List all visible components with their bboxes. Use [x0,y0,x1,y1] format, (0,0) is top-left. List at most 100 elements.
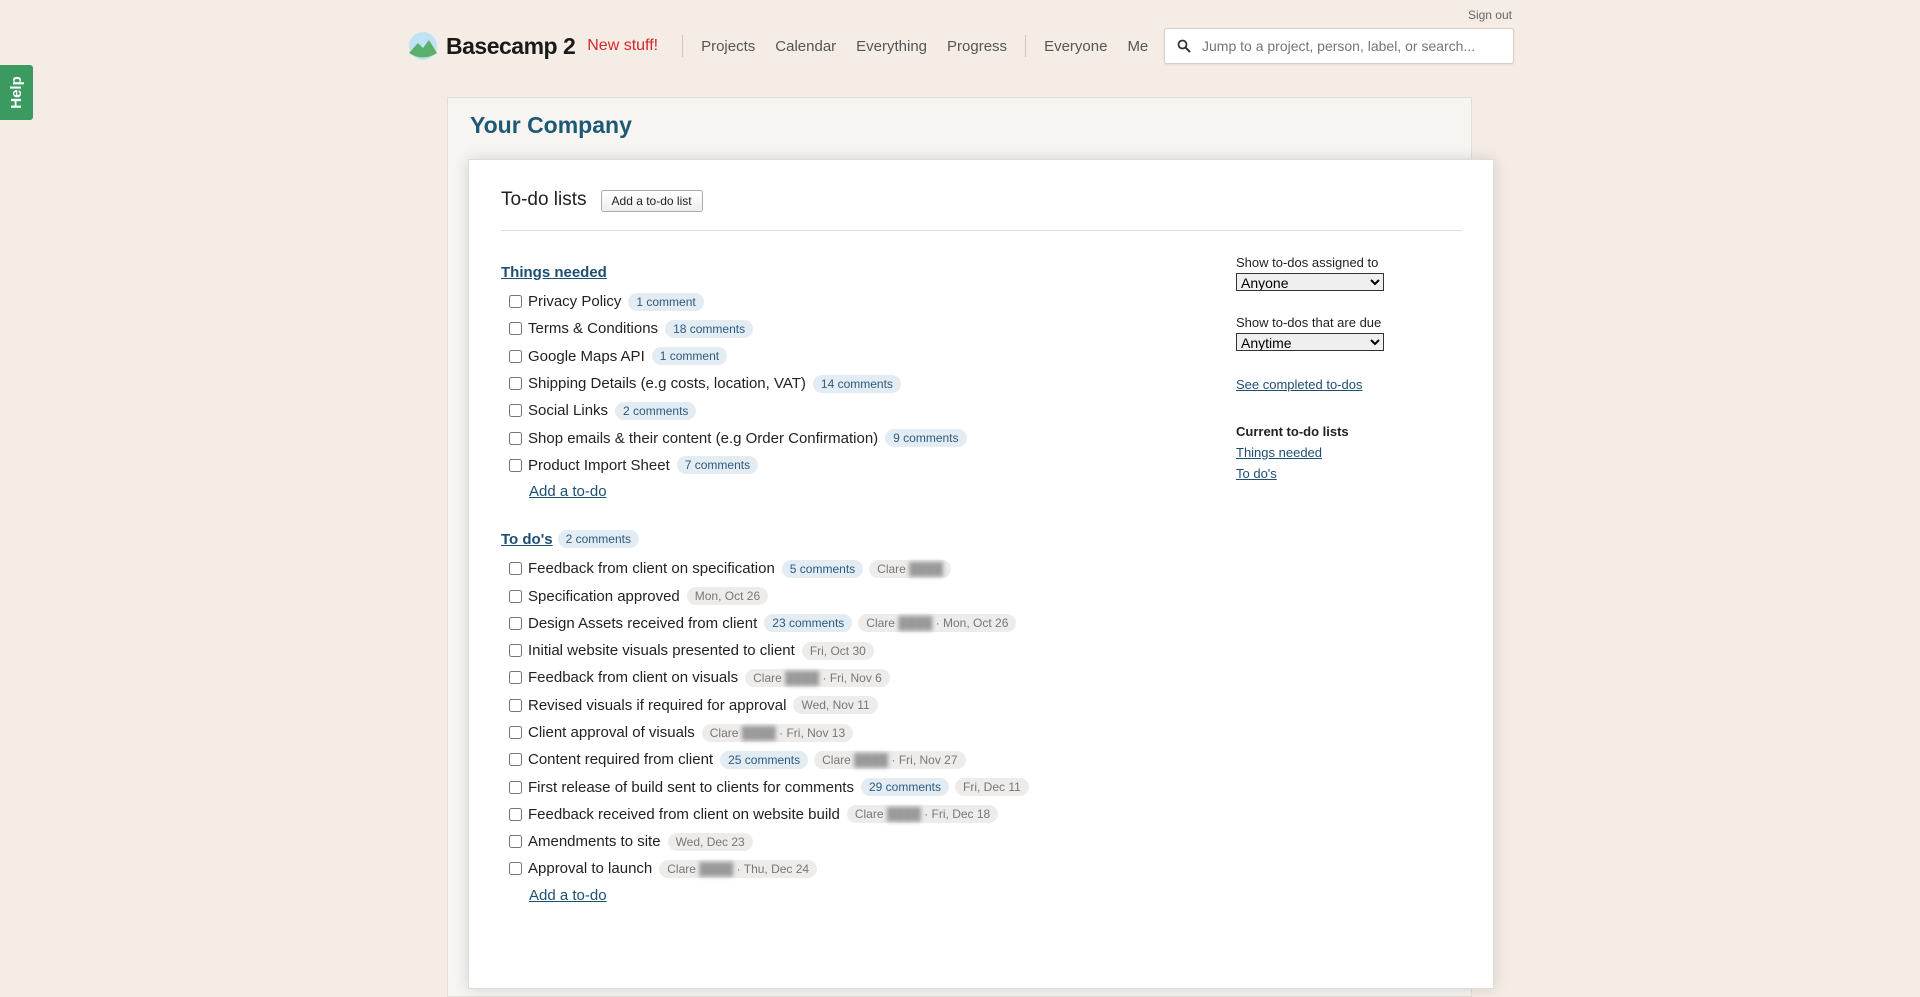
todo-text[interactable]: Terms & Conditions [528,320,658,337]
todo-text[interactable]: Google Maps API [528,348,645,365]
comments-badge[interactable]: 7 comments [676,456,759,475]
nav-projects[interactable]: Projects [701,38,755,55]
separator-dot: · [920,807,932,822]
todo-text[interactable]: Product Import Sheet [528,457,670,474]
comments-badge[interactable]: 18 comments [665,319,754,338]
todo-list-title[interactable]: To do's [501,531,553,548]
brand-name[interactable]: Basecamp 2 [446,33,576,60]
assignee-name: Clare [854,807,884,822]
todo-text[interactable]: Shipping Details (e.g costs, location, V… [528,375,806,392]
todo-checkbox[interactable] [509,404,522,418]
todo-checkbox[interactable] [509,753,522,767]
assignment-badge[interactable]: Clare ████ [869,559,952,578]
nav-me[interactable]: Me [1127,38,1148,55]
see-completed-link[interactable]: See completed to-dos [1236,377,1436,392]
search-input[interactable] [1200,37,1504,55]
due-filter-select[interactable]: Anytime [1236,333,1384,351]
nav-progress[interactable]: Progress [947,38,1007,55]
todo-text[interactable]: Shop emails & their content (e.g Order C… [528,430,878,447]
assignment-badge[interactable]: Clare ████ · Thu, Dec 24 [659,859,818,878]
sign-out-link[interactable]: Sign out [1468,8,1512,22]
redacted-surname: ████ [883,807,921,822]
todo-item: Amendments to site Wed, Dec 23 [501,828,1201,855]
nav-everything[interactable]: Everything [856,38,927,55]
todo-text[interactable]: Approval to launch [528,860,652,877]
todo-checkbox[interactable] [509,295,522,309]
todo-checkbox[interactable] [509,616,522,630]
todo-checkbox[interactable] [509,807,522,821]
todo-checkbox[interactable] [509,377,522,391]
todo-checkbox[interactable] [509,349,522,363]
todo-checkbox[interactable] [509,698,522,712]
todo-text[interactable]: Initial website visuals presented to cli… [528,642,795,659]
add-todo-link[interactable]: Add a to-do [529,883,607,909]
company-title[interactable]: Your Company [470,112,632,139]
assignment-badge[interactable]: Fri, Dec 11 [955,778,1029,797]
todo-text[interactable]: Design Assets received from client [528,615,757,632]
assigned-filter-select[interactable]: Anyone [1236,273,1384,291]
nav-calendar[interactable]: Calendar [775,38,836,55]
todo-item: Design Assets received from client 23 com… [501,610,1201,637]
assignment-badge[interactable]: Mon, Oct 26 [686,587,769,606]
assignment-badge[interactable]: Wed, Nov 11 [793,696,878,715]
due-date: Mon, Oct 26 [943,616,1009,631]
todo-text[interactable]: Revised visuals if required for approval [528,697,786,714]
todo-checkbox[interactable] [509,862,522,876]
todo-checkbox[interactable] [509,322,522,336]
comments-badge[interactable]: 23 comments [764,614,853,633]
current-list-link[interactable]: To do's [1236,466,1436,481]
comments-badge[interactable]: 29 comments [860,778,949,797]
todo-checkbox[interactable] [509,562,522,576]
todo-checkbox[interactable] [509,458,522,472]
todo-checkbox[interactable] [509,589,522,603]
current-list-link[interactable]: Things needed [1236,445,1436,460]
assignment-badge[interactable]: Clare ████ · Mon, Oct 26 [858,614,1017,633]
todo-text[interactable]: Content required from client [528,751,713,768]
assignee-name: Clare [753,670,782,685]
assignment-badge[interactable]: Clare ████ · Fri, Nov 6 [745,668,890,687]
assignment-badge[interactable]: Fri, Oct 30 [801,641,874,660]
comments-badge[interactable]: 1 comment [628,292,704,311]
comments-badge[interactable]: 2 comments [557,530,639,549]
todo-text[interactable]: Feedback from client on specification [528,560,775,577]
assignment-badge[interactable]: Clare ████ · Fri, Nov 27 [814,750,966,769]
todo-item: Google Maps API 1 comment [501,343,1201,370]
due-date: Fri, Dec 11 [963,780,1021,795]
todo-text[interactable]: Feedback from client on visuals [528,669,738,686]
todo-text[interactable]: Client approval of visuals [528,724,695,741]
todo-checkbox[interactable] [509,835,522,849]
add-todo-link[interactable]: Add a to-do [529,479,607,505]
todo-checkbox[interactable] [509,644,522,658]
todo-text[interactable]: Social Links [528,402,608,419]
todo-text[interactable]: Specification approved [528,588,680,605]
assignee-name: Clare [877,561,906,576]
assignment-badge[interactable]: Wed, Dec 23 [667,832,753,851]
new-stuff-link[interactable]: New stuff! [587,37,658,55]
comments-badge[interactable]: 5 comments [781,559,864,578]
comments-badge[interactable]: 9 comments [885,429,967,448]
todo-text[interactable]: Privacy Policy [528,293,621,310]
assignment-badge[interactable]: Clare ████ · Fri, Nov 13 [701,723,854,742]
basecamp-logo-icon[interactable] [406,31,440,61]
todo-checkbox[interactable] [509,780,522,794]
todo-item: Feedback from client on specification 5 c… [501,555,1201,582]
todo-checkbox[interactable] [509,671,522,685]
todo-checkbox[interactable] [509,431,522,445]
comments-badge[interactable]: 1 comment [651,347,728,366]
comments-badge[interactable]: 2 comments [615,401,697,420]
add-todo-list-button[interactable]: Add a to-do list [600,190,703,212]
todo-list-title[interactable]: Things needed [501,264,607,281]
search-box[interactable] [1164,28,1514,64]
help-tab[interactable]: Help [0,65,33,120]
assignment-badge[interactable]: Clare ████ · Fri, Dec 18 [846,805,999,824]
search-icon [1177,39,1191,53]
comments-badge[interactable]: 14 comments [812,374,901,393]
assignee-name: Clare [709,725,739,740]
todo-text[interactable]: Amendments to site [528,833,661,850]
todo-lists: Things needed Privacy Policy 1 comment Term… [501,260,1201,909]
nav-everyone[interactable]: Everyone [1044,38,1107,55]
todo-text[interactable]: Feedback received from client on website… [528,806,840,823]
todo-text[interactable]: First release of build sent to clients f… [528,779,854,796]
todo-checkbox[interactable] [509,726,522,739]
comments-badge[interactable]: 25 comments [720,750,809,769]
